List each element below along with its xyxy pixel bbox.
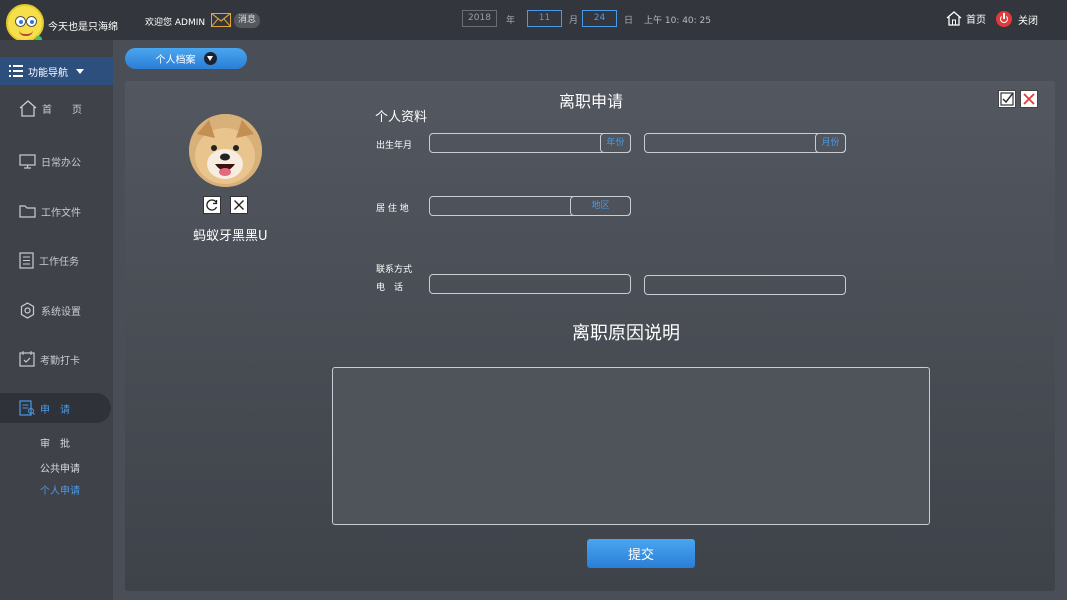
- top-bar: 今天也是只海绵 欢迎您 ADMIN 消息 2018 年 11 月 24 日 上午…: [0, 0, 1067, 43]
- calendar-check-icon: [19, 351, 35, 367]
- chevron-down-icon: [76, 68, 84, 74]
- sidebar-item-label: 工作文件: [41, 207, 81, 219]
- year-suffix[interactable]: 年份: [600, 133, 631, 153]
- sidebar-item-label: 系统设置: [41, 306, 81, 318]
- close-icon: [234, 200, 244, 210]
- birth-year-input[interactable]: 年份: [429, 133, 631, 153]
- refresh-icon: [206, 199, 218, 211]
- menu-list-icon: [9, 65, 23, 77]
- refresh-avatar-button[interactable]: [203, 196, 221, 214]
- year-unit: 年: [506, 16, 516, 26]
- sidebar-item-attendance[interactable]: 考勤打卡: [0, 344, 113, 374]
- sidebar-item-label: 考勤打卡: [40, 355, 80, 367]
- chevron-down-icon: [203, 52, 217, 65]
- close-icon: [1023, 93, 1035, 105]
- home-icon: [946, 11, 962, 26]
- sidebar-item-home[interactable]: 首 页: [0, 93, 113, 123]
- nav-header-label: 功能导航: [28, 67, 68, 79]
- sidebar-item-application[interactable]: 申 请: [0, 393, 111, 423]
- day-field[interactable]: 24: [582, 10, 617, 27]
- dog-avatar-icon: [189, 114, 262, 187]
- mail-icon[interactable]: [211, 13, 231, 27]
- logo-group: 今天也是只海绵: [6, 4, 118, 43]
- sidebar-item-label: 日常办公: [41, 157, 81, 169]
- remove-avatar-button[interactable]: [230, 196, 248, 214]
- residence-input[interactable]: 地区: [429, 196, 631, 216]
- application-icon: [19, 400, 35, 416]
- month-unit: 月: [569, 16, 579, 26]
- month-field[interactable]: 11: [527, 10, 562, 27]
- sidebar-item-system-settings[interactable]: 系统设置: [0, 295, 113, 325]
- close-button[interactable]: 关闭: [996, 11, 1038, 27]
- home-button[interactable]: 首页: [946, 11, 986, 26]
- close-button-label: 关闭: [1018, 15, 1038, 27]
- home-icon: [19, 99, 37, 117]
- username: 蚂蚁牙黑黑U: [193, 229, 268, 244]
- home-button-label: 首页: [966, 15, 986, 26]
- contact-secondary-input[interactable]: [644, 275, 846, 295]
- submit-button[interactable]: 提交: [587, 539, 695, 568]
- sub-item-public-application[interactable]: 公共申请: [40, 460, 80, 475]
- logo-text: 今天也是只海绵: [48, 21, 118, 33]
- task-list-icon: [19, 251, 34, 269]
- nav-header[interactable]: 功能导航: [0, 57, 113, 85]
- folder-icon: [19, 205, 36, 218]
- sidebar-item-work-files[interactable]: 工作文件: [0, 196, 113, 226]
- tab-personal-profile[interactable]: 个人档案: [125, 48, 247, 69]
- day-unit: 日: [624, 16, 634, 26]
- message-badge[interactable]: 消息: [234, 13, 261, 28]
- confirm-button[interactable]: [998, 90, 1016, 108]
- year-field[interactable]: 2018: [462, 10, 497, 27]
- birth-label: 出生年月: [376, 141, 413, 151]
- clock-time: 上午 10: 40: 25: [644, 16, 712, 26]
- sidebar-item-daily-office[interactable]: 日常办公: [0, 146, 113, 176]
- page-title: 离职申请: [559, 92, 624, 111]
- sidebar-item-label: 申 请: [40, 404, 70, 416]
- avatar: [189, 114, 262, 187]
- phone-label: 电 话: [376, 283, 404, 293]
- spongebob-logo-icon: [6, 4, 44, 43]
- welcome-text: 欢迎您 ADMIN: [145, 18, 206, 28]
- power-icon: [996, 11, 1012, 27]
- reason-title: 离职原因说明: [572, 323, 680, 344]
- monitor-icon: [19, 153, 36, 169]
- birth-month-input[interactable]: 月份: [644, 133, 846, 153]
- sidebar-item-label: 首 页: [42, 104, 82, 116]
- sub-item-approval[interactable]: 审 批: [40, 435, 70, 450]
- sidebar-item-label: 工作任务: [39, 256, 79, 268]
- sidebar: 功能导航 首 页 日常办公 工作文件 工作任务 系统设置 考勤打卡 申 请 审 …: [0, 40, 113, 600]
- reason-textarea[interactable]: [332, 367, 930, 525]
- contact-label: 联系方式: [376, 265, 413, 275]
- region-suffix[interactable]: 地区: [570, 196, 631, 216]
- gear-icon: [20, 301, 35, 319]
- profile-section-title: 个人资料: [375, 110, 428, 125]
- phone-input[interactable]: [429, 274, 631, 294]
- month-suffix[interactable]: 月份: [815, 133, 846, 153]
- sub-item-personal-application[interactable]: 个人申请: [40, 482, 80, 497]
- close-form-button[interactable]: [1020, 90, 1038, 108]
- tab-label: 个人档案: [155, 55, 196, 66]
- residence-label: 居 住 地: [376, 204, 409, 214]
- checkbox-check-icon: [1000, 92, 1014, 106]
- sidebar-item-work-tasks[interactable]: 工作任务: [0, 245, 113, 275]
